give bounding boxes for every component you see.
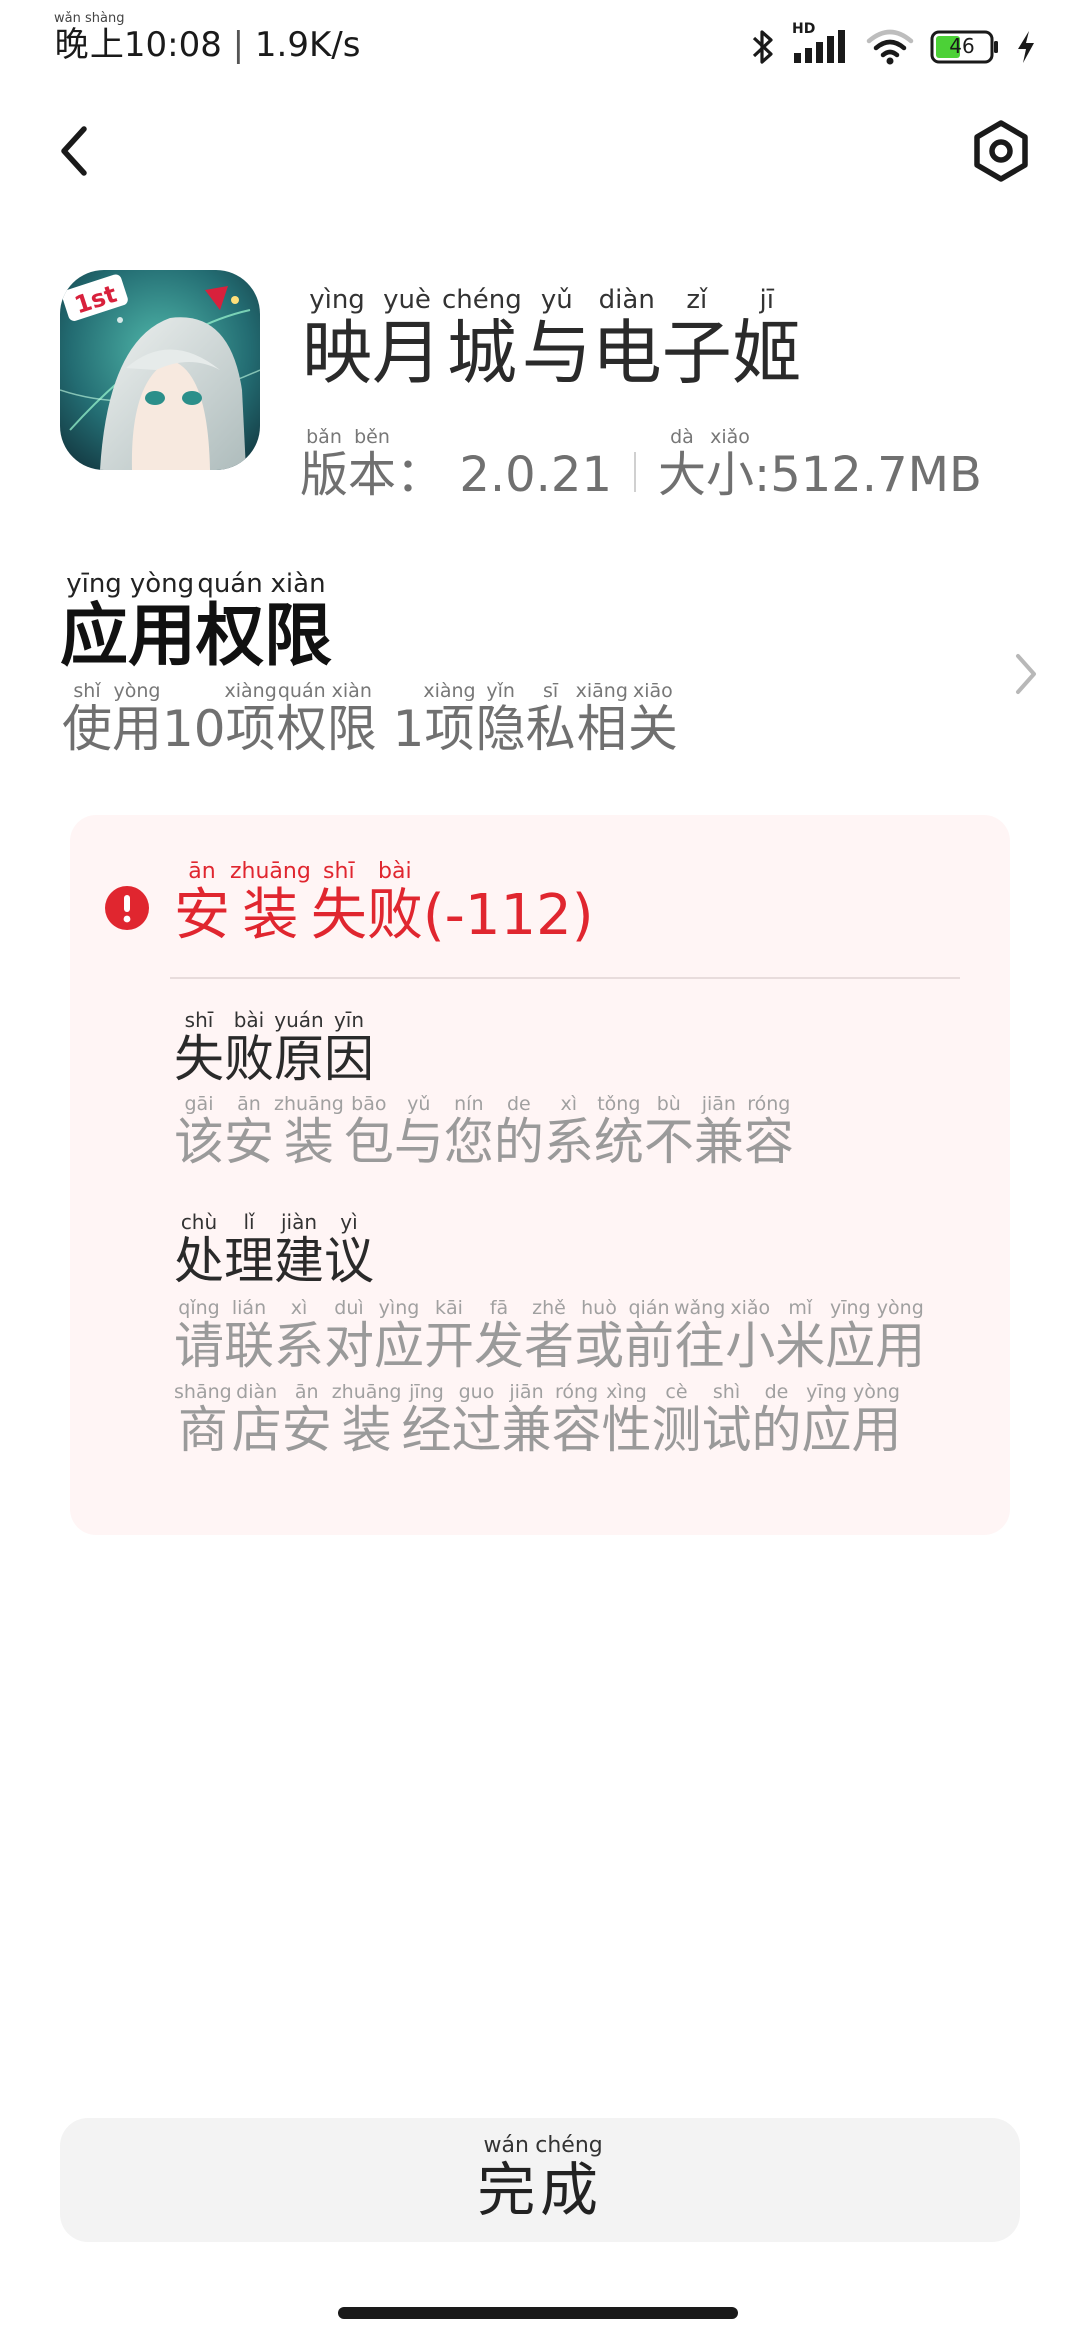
status-bar: 晚上wǎn shàng10:08 | 1.9K/s HD 46 bbox=[0, 0, 1080, 90]
permissions-title: 应yīng用yòng权quán限xiàn bbox=[60, 569, 333, 676]
status-time: 晚上wǎn shàng10:08 | 1.9K/s bbox=[54, 11, 361, 66]
app-icon: 1st bbox=[60, 270, 260, 470]
chevron-right-icon bbox=[1012, 650, 1040, 702]
size-info: 大dà小xiǎo:512.7MB bbox=[657, 426, 982, 506]
back-button[interactable] bbox=[44, 118, 104, 188]
version-value: 2.0.21 bbox=[459, 447, 612, 503]
install-error-card: 安ān装zhuāng失shī败bài(-112) 失shī败bài原yuán因y… bbox=[70, 815, 1010, 1535]
error-title: 安ān装zhuāng失shī败bài(-112) bbox=[174, 859, 594, 953]
home-indicator[interactable] bbox=[338, 2307, 738, 2319]
bluetooth-icon bbox=[750, 27, 776, 67]
size-value: 512.7MB bbox=[770, 447, 982, 503]
net-speed: 1.9K/s bbox=[254, 25, 361, 65]
separator: | bbox=[232, 25, 245, 65]
gear-icon bbox=[970, 120, 1032, 186]
clock: 10:08 bbox=[123, 25, 222, 65]
error-icon bbox=[104, 885, 150, 935]
failure-reason-text: 该gāi安ān装zhuāng包bāo与yǔ您nín的de系xì统tǒng不bù兼… bbox=[174, 1093, 794, 1171]
permissions-row[interactable]: 应yīng用yòng权quán限xiàn 使shǐ用yòng10项xiàng权q… bbox=[60, 569, 1040, 772]
chevron-left-icon bbox=[54, 121, 94, 185]
version-info: 版bǎn本běn： 2.0.21 bbox=[300, 426, 612, 506]
charging-icon bbox=[1016, 29, 1036, 65]
divider bbox=[170, 977, 960, 979]
size-sep: : bbox=[754, 447, 771, 503]
advice-text-line1: 请qǐng联lián系xì对duì应yìng开kāi发fā者zhě或huò前qi… bbox=[174, 1297, 926, 1375]
error-code: (-112) bbox=[422, 883, 594, 948]
permissions-summary: 使shǐ用yòng10项xiàng权quán限xiàn 1项xiàng隐yǐn私… bbox=[62, 680, 678, 758]
app-title: 映yìng月yuè城chéng与yǔ电diàn子zǐ姬jī bbox=[302, 285, 802, 394]
wifi-icon bbox=[866, 27, 914, 67]
done-button[interactable]: 完wán成chéng bbox=[60, 2118, 1020, 2242]
meta-divider bbox=[633, 452, 636, 493]
battery-icon: 46 bbox=[930, 29, 1000, 65]
size-label: 大dà小xiǎo bbox=[657, 426, 755, 503]
error-title-text: 安ān装zhuāng失shī败bài bbox=[174, 859, 423, 948]
failure-reason-label: 失shī败bài原yuán因yīn bbox=[174, 1008, 374, 1088]
settings-button[interactable] bbox=[966, 118, 1036, 188]
done-button-label: 完wán成chéng bbox=[477, 2132, 603, 2224]
status-icons: HD 46 bbox=[750, 21, 1036, 72]
battery-level: 46 bbox=[949, 34, 975, 58]
signal-icon: HD bbox=[792, 21, 850, 67]
app-meta: 版bǎn本běn： 2.0.21 大dà小xiǎo:512.7MB bbox=[300, 426, 982, 506]
time-prefix: 晚上wǎn shàng bbox=[54, 11, 125, 65]
advice-label: 处chù理lǐ建jiàn议yì bbox=[174, 1210, 374, 1290]
advice-text-line2: 商shāng店diàn安ān装zhuāng经jīng过guo兼jiān容róng… bbox=[174, 1381, 902, 1459]
version-label: 版bǎn本běn bbox=[300, 426, 397, 503]
version-sep: ： bbox=[396, 447, 445, 503]
